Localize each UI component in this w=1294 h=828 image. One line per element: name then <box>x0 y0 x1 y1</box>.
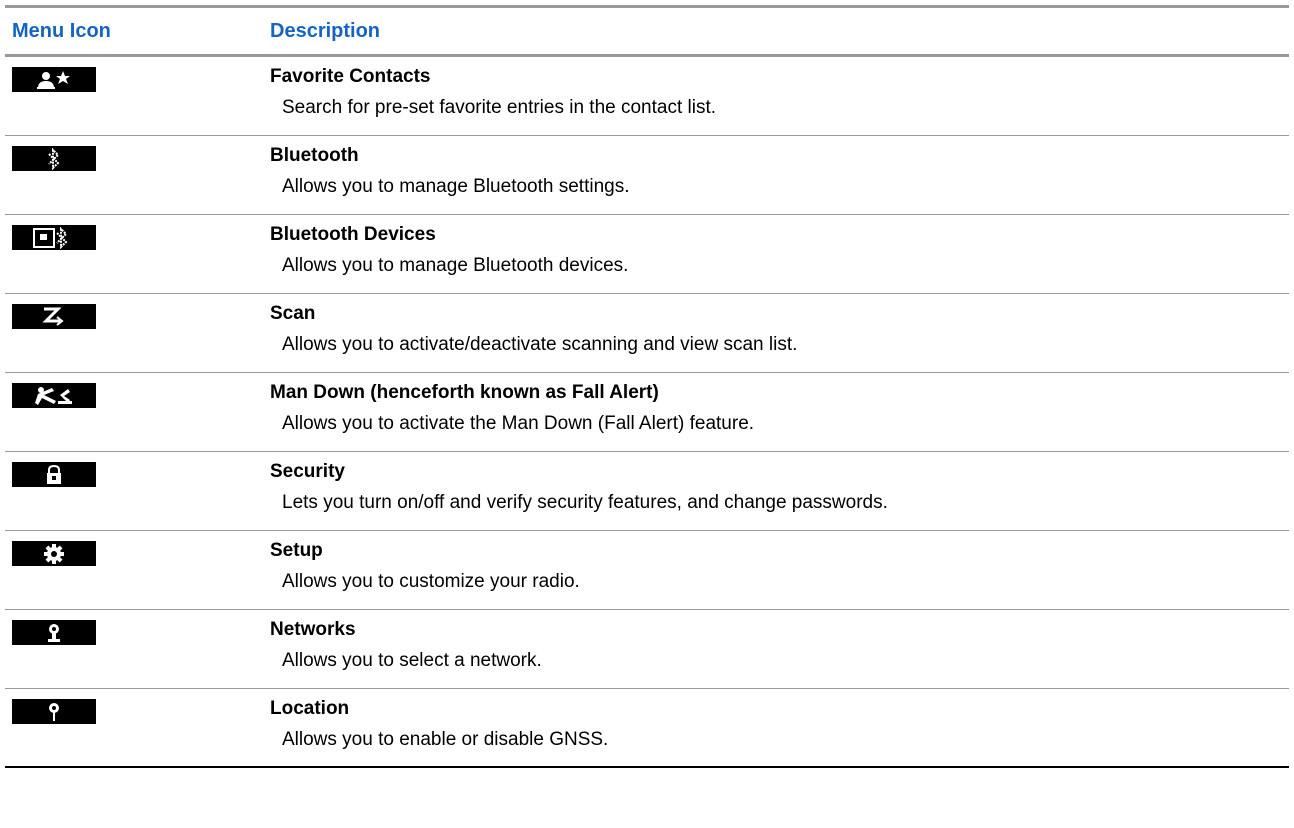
setup-gear-icon <box>12 541 96 566</box>
bluetooth-icon <box>12 146 96 171</box>
icon-cell <box>5 136 270 214</box>
icon-cell <box>5 610 270 688</box>
table-row: Location Allows you to enable or disable… <box>5 689 1289 768</box>
description-cell: Networks Allows you to select a network. <box>270 610 1289 688</box>
table-row: Setup Allows you to customize your radio… <box>5 531 1289 610</box>
row-title: Location <box>270 698 350 719</box>
description-cell: Bluetooth Devices Allows you to manage B… <box>270 215 1289 293</box>
description-cell: Man Down (henceforth known as Fall Alert… <box>270 373 1289 451</box>
favorite-contacts-icon <box>12 67 96 92</box>
icon-cell <box>5 531 270 609</box>
icon-cell <box>5 373 270 451</box>
row-title: Scan <box>270 303 316 324</box>
row-description: Allows you to activate/deactivate scanni… <box>282 334 798 355</box>
menu-icon-table: Menu Icon Description Favorite Contacts … <box>5 5 1289 768</box>
icon-cell <box>5 57 270 135</box>
icon-cell <box>5 215 270 293</box>
table-row: Man Down (henceforth known as Fall Alert… <box>5 373 1289 452</box>
scan-icon <box>12 304 96 329</box>
icon-cell <box>5 452 270 530</box>
row-description: Allows you to enable or disable GNSS. <box>282 729 609 750</box>
table-row: Bluetooth Devices Allows you to manage B… <box>5 215 1289 294</box>
location-pin-icon <box>12 699 96 724</box>
header-menu-icon: Menu Icon <box>12 19 111 42</box>
table-header: Menu Icon Description <box>5 5 1289 57</box>
table-row: Favorite Contacts Search for pre-set fav… <box>5 57 1289 136</box>
icon-cell <box>5 294 270 372</box>
row-description: Allows you to activate the Man Down (Fal… <box>282 413 755 434</box>
row-title: Man Down (henceforth known as Fall Alert… <box>270 382 659 403</box>
security-lock-icon <box>12 462 96 487</box>
row-title: Favorite Contacts <box>270 66 431 87</box>
description-cell: Security Lets you turn on/off and verify… <box>270 452 1289 530</box>
header-description: Description <box>270 19 381 42</box>
man-down-icon <box>12 383 96 408</box>
row-description: Allows you to customize your radio. <box>282 571 580 592</box>
description-cell: Setup Allows you to customize your radio… <box>270 531 1289 609</box>
icon-cell <box>5 689 270 766</box>
table-row: Scan Allows you to activate/deactivate s… <box>5 294 1289 373</box>
row-description: Search for pre-set favorite entries in t… <box>282 97 717 118</box>
description-cell: Location Allows you to enable or disable… <box>270 689 1289 766</box>
row-title: Bluetooth Devices <box>270 224 436 245</box>
networks-icon <box>12 620 96 645</box>
description-cell: Scan Allows you to activate/deactivate s… <box>270 294 1289 372</box>
row-description: Lets you turn on/off and verify security… <box>282 492 888 513</box>
row-description: Allows you to select a network. <box>282 650 542 671</box>
row-title: Bluetooth <box>270 145 359 166</box>
row-title: Security <box>270 461 345 482</box>
description-cell: Bluetooth Allows you to manage Bluetooth… <box>270 136 1289 214</box>
table-row: Bluetooth Allows you to manage Bluetooth… <box>5 136 1289 215</box>
row-title: Networks <box>270 619 356 640</box>
row-description: Allows you to manage Bluetooth devices. <box>282 255 629 276</box>
bluetooth-devices-icon <box>12 225 96 250</box>
row-title: Setup <box>270 540 323 561</box>
row-description: Allows you to manage Bluetooth settings. <box>282 176 630 197</box>
table-row: Security Lets you turn on/off and verify… <box>5 452 1289 531</box>
table-row: Networks Allows you to select a network. <box>5 610 1289 689</box>
description-cell: Favorite Contacts Search for pre-set fav… <box>270 57 1289 135</box>
